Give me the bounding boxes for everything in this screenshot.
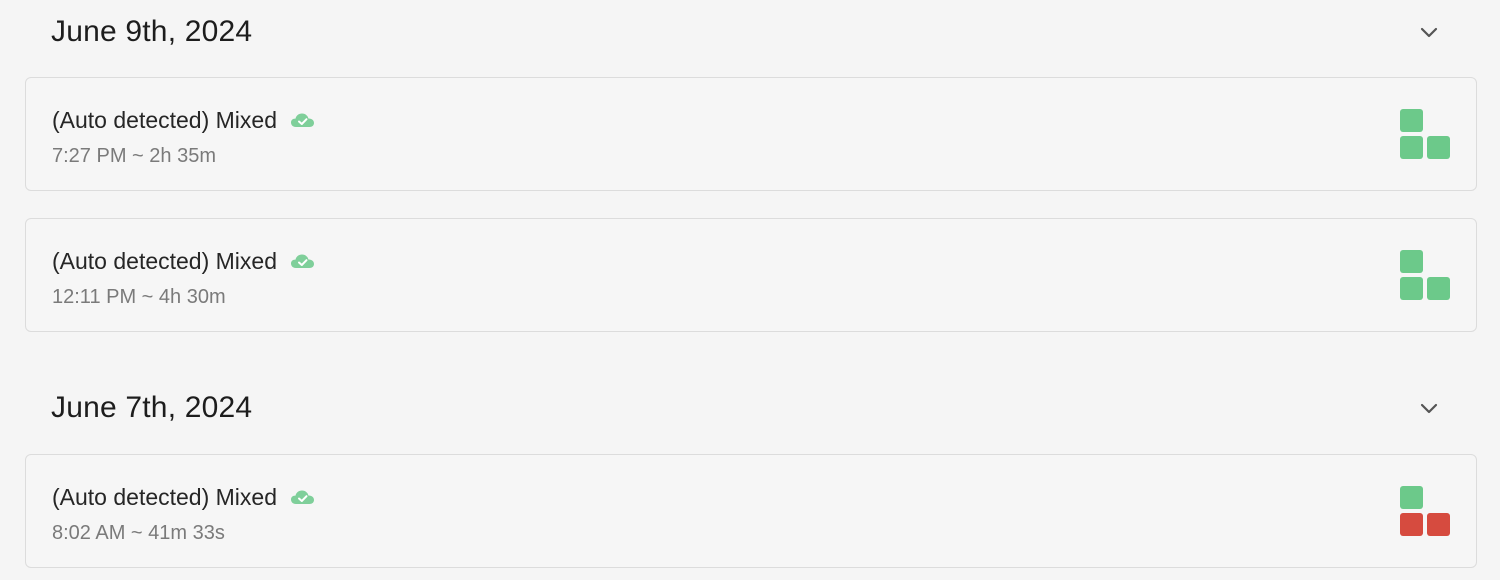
status-tile xyxy=(1400,250,1423,273)
status-tiles xyxy=(1400,109,1452,161)
date-group-title: June 9th, 2024 xyxy=(51,15,253,48)
status-tiles xyxy=(1400,250,1452,302)
date-group-header: June 9th, 2024 xyxy=(25,8,1479,56)
chevron-down-icon[interactable] xyxy=(1417,22,1441,42)
status-tile xyxy=(1427,277,1450,300)
session-card[interactable]: (Auto detected) Mixed 7:27 PM ~ 2h 35m xyxy=(25,77,1477,191)
status-tile xyxy=(1427,513,1450,536)
status-tile xyxy=(1400,277,1423,300)
session-time-duration: 7:27 PM ~ 2h 35m xyxy=(52,145,216,167)
session-title-row: (Auto detected) Mixed xyxy=(52,482,317,512)
session-title-row: (Auto detected) Mixed xyxy=(52,105,317,135)
session-card[interactable]: (Auto detected) Mixed 12:11 PM ~ 4h 30m xyxy=(25,218,1477,332)
status-tiles xyxy=(1400,486,1452,538)
date-group-title: June 7th, 2024 xyxy=(51,391,253,424)
chevron-down-icon[interactable] xyxy=(1417,398,1441,418)
sessions-page: June 9th, 2024 (Auto detected) Mixed 7:2… xyxy=(0,0,1500,580)
status-tile xyxy=(1427,136,1450,159)
session-time-duration: 12:11 PM ~ 4h 30m xyxy=(52,286,226,308)
session-title-row: (Auto detected) Mixed xyxy=(52,246,317,276)
status-tile xyxy=(1400,109,1423,132)
status-tile xyxy=(1400,513,1423,536)
session-card[interactable]: (Auto detected) Mixed 8:02 AM ~ 41m 33s xyxy=(25,454,1477,568)
date-group-header: June 7th, 2024 xyxy=(25,384,1479,432)
status-tile xyxy=(1400,486,1423,509)
status-tile xyxy=(1400,136,1423,159)
cloud-check-icon xyxy=(291,254,315,268)
cloud-check-icon xyxy=(291,490,315,504)
session-title: (Auto detected) Mixed xyxy=(52,484,278,510)
cloud-check-icon xyxy=(291,113,315,127)
session-title: (Auto detected) Mixed xyxy=(52,248,278,274)
session-title: (Auto detected) Mixed xyxy=(52,107,278,133)
session-time-duration: 8:02 AM ~ 41m 33s xyxy=(52,522,225,544)
